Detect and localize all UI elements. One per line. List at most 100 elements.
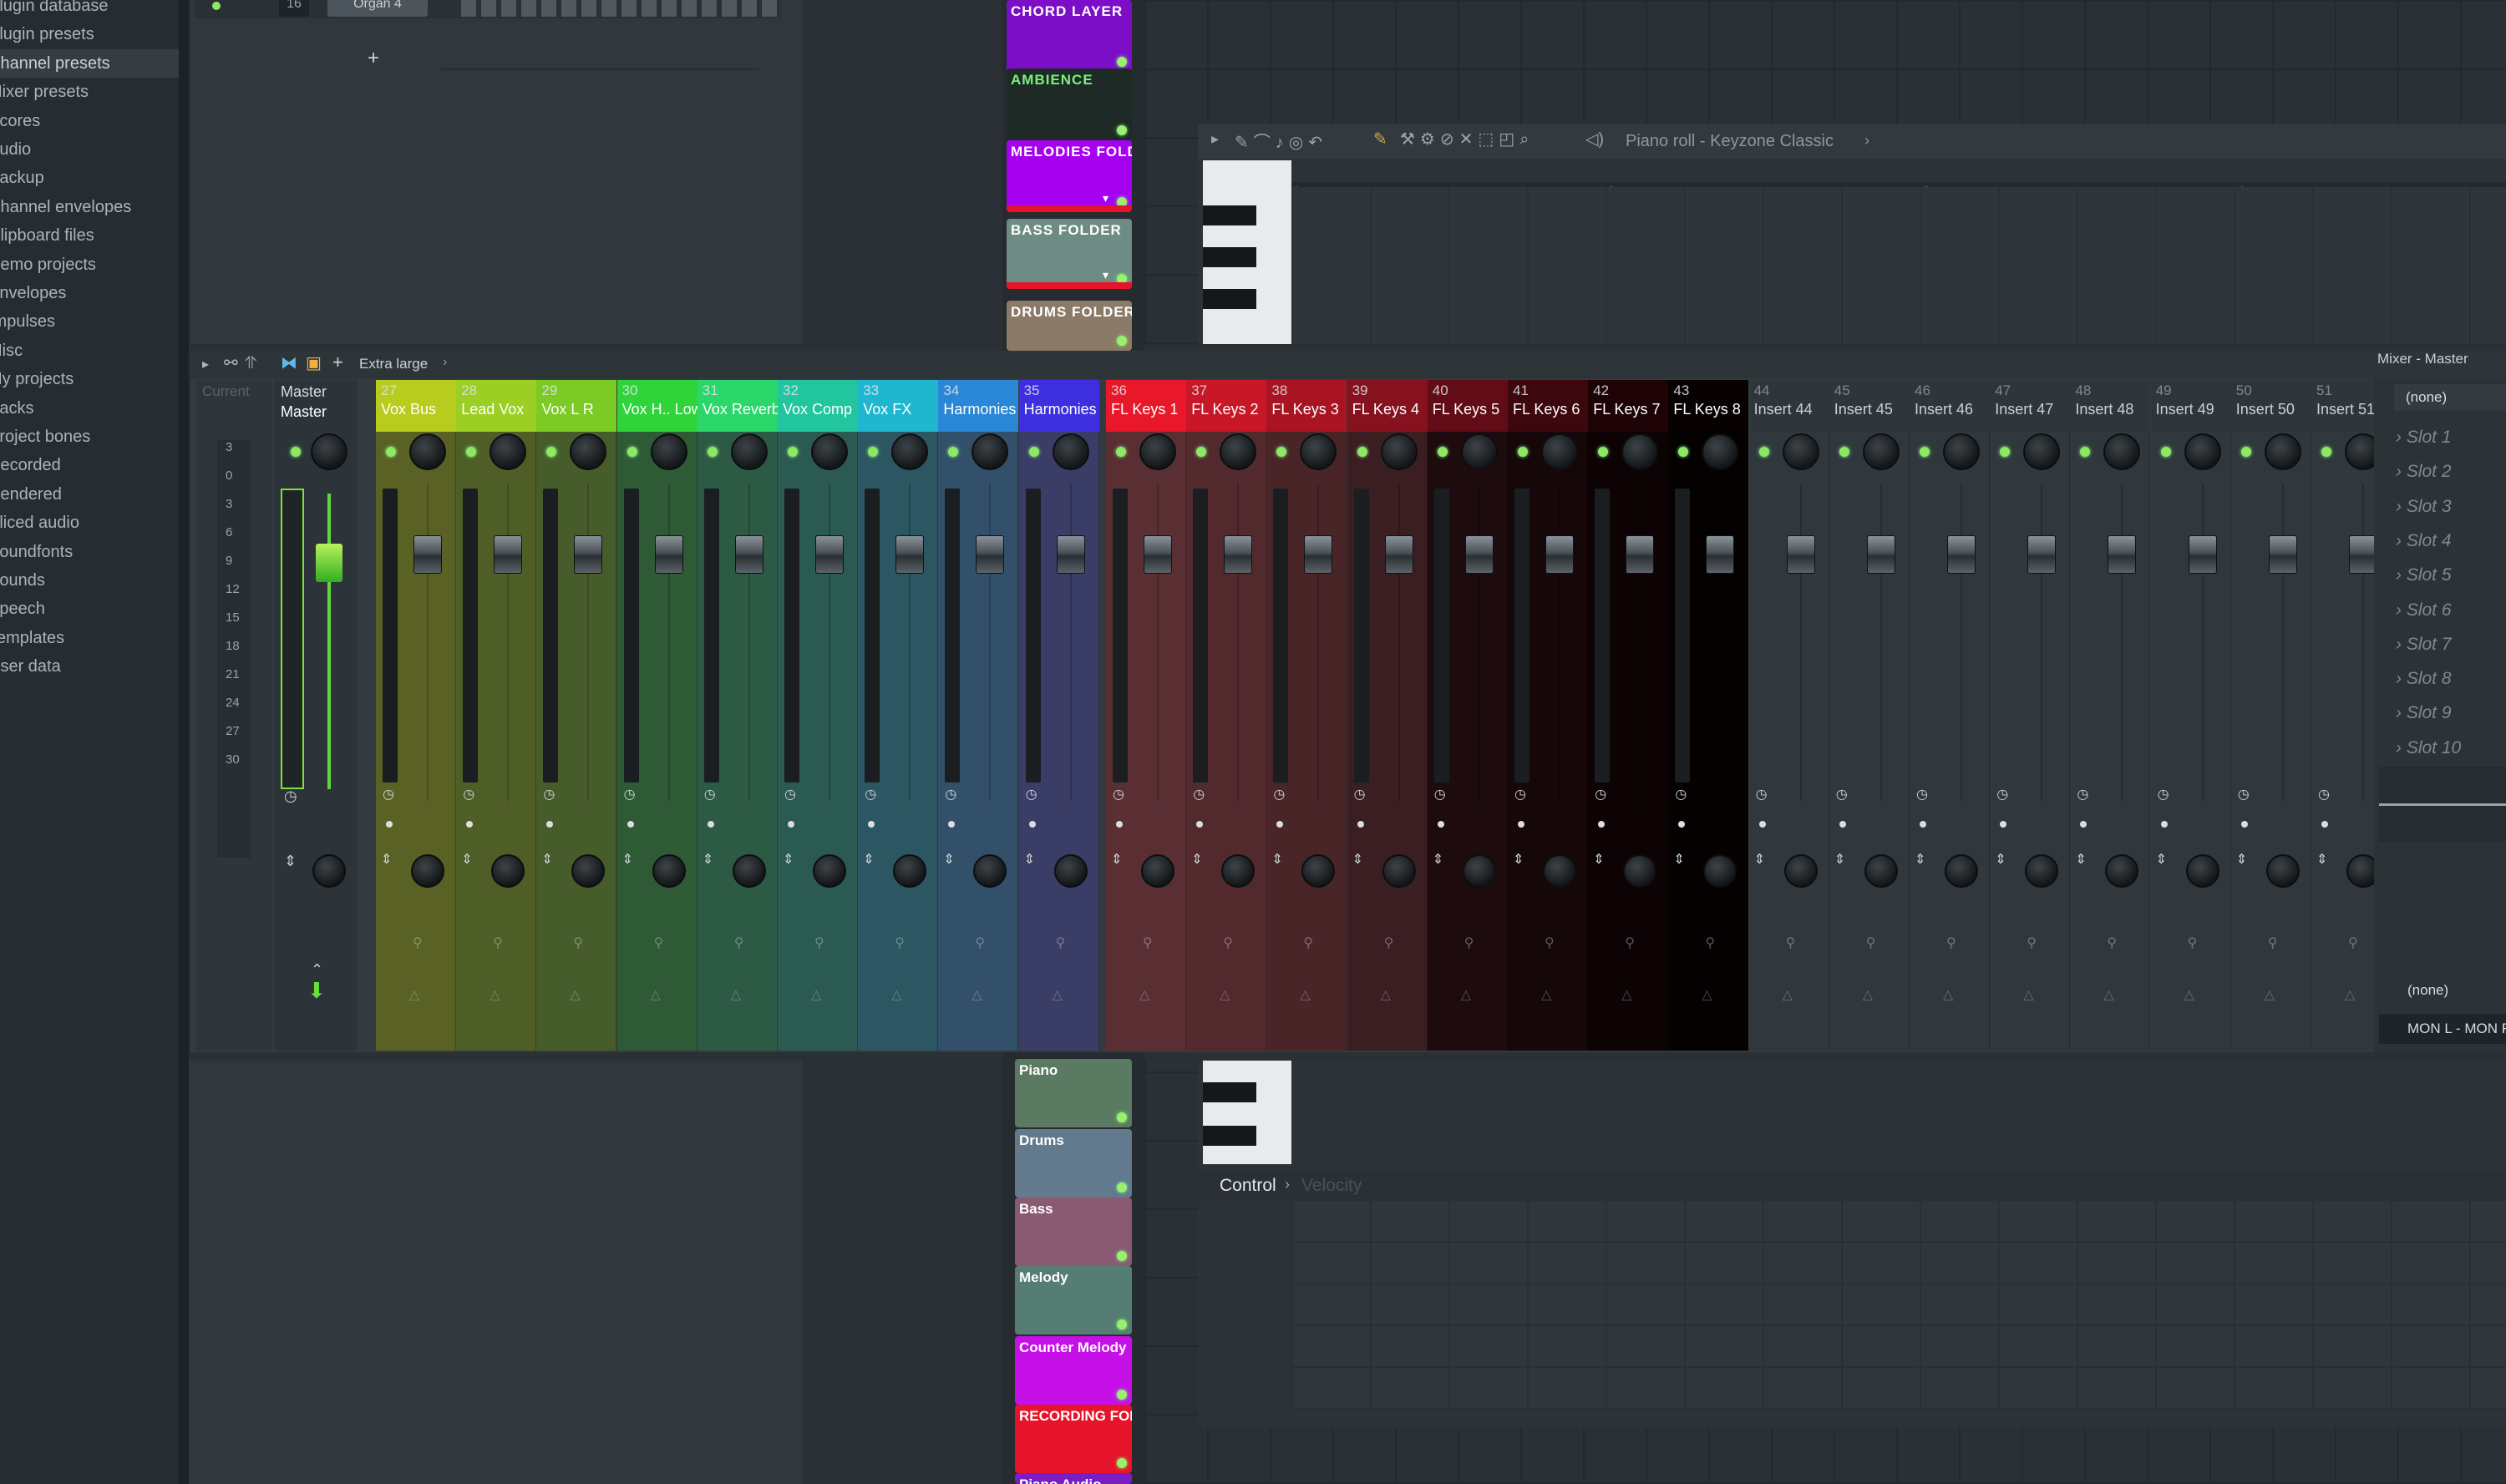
pan-knob[interactable]	[409, 433, 446, 470]
pan-knob[interactable]	[2023, 433, 2061, 470]
edit-tools-icons[interactable]: ✎	[1373, 129, 1393, 149]
pan-knob[interactable]	[1862, 433, 1900, 470]
mixer-strip[interactable]: 48 Insert 48 ◷ ⇕ ⚲ △	[2070, 380, 2151, 1051]
strip-header[interactable]: 46 Insert 46	[1910, 380, 1990, 432]
mute-led[interactable]	[2080, 447, 2091, 457]
volume-fader[interactable]	[1786, 535, 1815, 575]
black-key[interactable]	[1203, 247, 1256, 267]
swap-icon[interactable]: ⇕	[1915, 851, 1925, 868]
route-icon[interactable]: ⚲	[1056, 934, 1066, 951]
arm-dot[interactable]	[1437, 821, 1444, 828]
strip-header[interactable]: 48 Insert 48	[2070, 380, 2151, 432]
black-key[interactable]	[1203, 1126, 1256, 1146]
arm-dot[interactable]	[1839, 821, 1846, 828]
stereo-knob[interactable]	[732, 854, 766, 888]
route-icon[interactable]: ⚲	[1705, 934, 1715, 951]
mixer-strip[interactable]: 35 Harmonies 2 ◷ ⇕ ⚲ △	[1018, 380, 1099, 1051]
mixer-strip[interactable]: 49 Insert 49 ◷ ⇕ ⚲ △	[2150, 380, 2231, 1051]
mute-led[interactable]	[386, 447, 396, 457]
playlist-track[interactable]: BASS FOLDER ▾	[1007, 219, 1132, 289]
stopwatch-icon[interactable]: ◷	[1193, 786, 1205, 803]
fx-slot[interactable]: › Slot 9	[2396, 696, 2506, 730]
browser-item[interactable]: Impulses	[0, 307, 179, 336]
playlist-track[interactable]: Drums	[1015, 1129, 1132, 1198]
route-icon[interactable]: ⚲	[573, 934, 583, 951]
arm-dot[interactable]	[2160, 821, 2168, 828]
event-editor-grid[interactable]	[1291, 1201, 2506, 1410]
strip-header[interactable]: 42 FL Keys 7	[1588, 380, 1669, 432]
arm-dot[interactable]	[868, 821, 875, 828]
volume-fader[interactable]	[815, 535, 844, 575]
stereo-knob[interactable]	[813, 854, 846, 888]
speaker-icon[interactable]: ◁)	[1585, 129, 1604, 149]
stopwatch-icon[interactable]: ◷	[543, 786, 555, 803]
arrow-up-icon[interactable]: ⌃	[311, 961, 323, 979]
strip-header[interactable]: 43 FL Keys 8	[1668, 380, 1749, 432]
volume-fader[interactable]	[1144, 535, 1172, 575]
fx-slot[interactable]: › Slot 6	[2396, 594, 2506, 627]
stereo-knob[interactable]	[1703, 854, 1737, 888]
mute-led[interactable]	[868, 447, 879, 457]
stopwatch-icon[interactable]: ◷	[1514, 786, 1526, 803]
mute-led[interactable]	[707, 447, 718, 457]
send-icon[interactable]: △	[811, 986, 821, 1003]
strip-header[interactable]: 41 FL Keys 6	[1508, 380, 1588, 432]
piano-keys[interactable]	[1203, 160, 1291, 344]
stopwatch-icon[interactable]: ◷	[1595, 786, 1606, 803]
strip-header[interactable]: 38 FL Keys 3	[1266, 380, 1347, 432]
master-strip[interactable]: Master Master ◷ ⇕ ⌃ ⬇	[274, 380, 358, 1051]
eq-display[interactable]	[2379, 767, 2506, 842]
pan-knob[interactable]	[1621, 433, 1659, 470]
arm-dot[interactable]	[1678, 821, 1686, 828]
fx-slot[interactable]: › Slot 8	[2396, 662, 2506, 696]
send-icon[interactable]: △	[1053, 986, 1063, 1003]
stopwatch-icon[interactable]: ◷	[2077, 786, 2088, 803]
mute-led[interactable]	[788, 447, 798, 457]
mixer-strip[interactable]: 32 Vox Comp ◷ ⇕ ⚲ △	[778, 380, 858, 1051]
stopwatch-icon[interactable]: ◷	[865, 786, 876, 803]
stopwatch-icon[interactable]: ◷	[1113, 786, 1124, 803]
piano-roll-title[interactable]: Piano roll - Keyzone Classic	[1626, 132, 1834, 151]
strip-header[interactable]: 30 Vox H.. Low	[616, 380, 698, 432]
strip-header[interactable]: 33 Vox FX	[858, 380, 939, 432]
browser-item[interactable]: Channel presets	[0, 48, 179, 78]
arm-dot[interactable]	[1598, 821, 1606, 828]
mute-led[interactable]	[2321, 447, 2331, 457]
mute-led[interactable]	[948, 447, 959, 457]
send-icon[interactable]: △	[971, 986, 982, 1003]
browser-item[interactable]: My projects	[0, 365, 179, 393]
stopwatch-icon[interactable]: ◷	[383, 786, 394, 803]
pan-knob[interactable]	[650, 433, 687, 470]
browser-item[interactable]: Sliced audio	[0, 509, 179, 537]
layout-icon[interactable]: ⧓	[281, 352, 297, 373]
swap-icon[interactable]: ⇕	[2075, 851, 2086, 868]
swap-icon[interactable]: ⇕	[1024, 851, 1035, 868]
track-led[interactable]	[1117, 1319, 1127, 1330]
send-icon[interactable]: △	[1783, 986, 1793, 1003]
stopwatch-icon[interactable]: ◷	[784, 786, 796, 803]
swap-icon[interactable]: ⇕	[1593, 851, 1604, 868]
swap-icon[interactable]: ⇕	[2156, 851, 2167, 868]
swap-icon[interactable]: ⇕	[1191, 851, 1202, 868]
swap-icon[interactable]: ⇕	[284, 853, 297, 870]
route-icon[interactable]: ⚲	[975, 934, 985, 951]
mute-led[interactable]	[546, 447, 557, 457]
stereo-knob[interactable]	[1864, 854, 1898, 888]
send-icon[interactable]: △	[2103, 986, 2113, 1003]
stereo-knob[interactable]	[1382, 854, 1416, 888]
track-led[interactable]	[1117, 57, 1127, 67]
fx-slot[interactable]: › Slot 5	[2396, 559, 2506, 592]
mixer-strip[interactable]: 37 FL Keys 2 ◷ ⇕ ⚲ △	[1186, 380, 1267, 1051]
tools-icons[interactable]: ✎⌒♪◎↶	[1235, 129, 1327, 153]
stopwatch-icon[interactable]: ◷	[704, 786, 716, 803]
playlist-track[interactable]: Melody	[1015, 1266, 1132, 1335]
pan-knob[interactable]	[730, 433, 768, 470]
arm-dot[interactable]	[546, 821, 554, 828]
pan-knob[interactable]	[570, 433, 607, 470]
stereo-knob[interactable]	[652, 854, 686, 888]
send-icon[interactable]: △	[1702, 986, 1712, 1003]
pan-knob[interactable]	[1052, 433, 1089, 470]
swap-icon[interactable]: ⇕	[1673, 851, 1684, 868]
stopwatch-icon[interactable]: ◷	[2158, 786, 2169, 803]
stopwatch-icon[interactable]: ◷	[2318, 786, 2330, 803]
